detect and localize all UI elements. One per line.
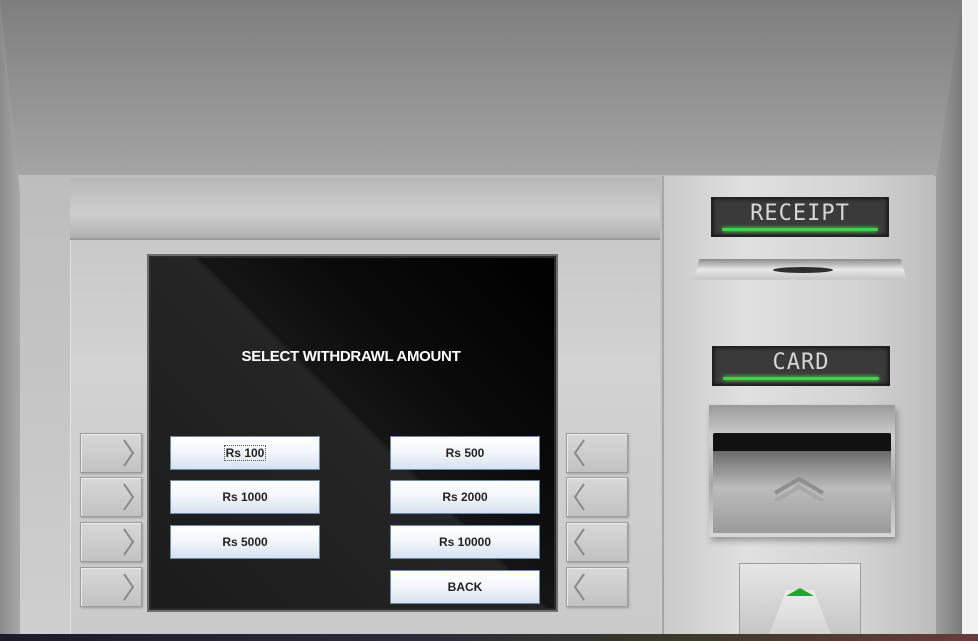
- amount-label: Rs 500: [445, 446, 485, 460]
- amount-button-10000[interactable]: Rs 10000: [390, 525, 540, 559]
- back-button[interactable]: BACK: [390, 570, 540, 604]
- card-slot: [713, 433, 891, 453]
- card-indicator-light: [723, 377, 879, 380]
- screen-title: SELECT WITHDRAWL AMOUNT: [241, 348, 461, 365]
- chevron-right-icon: [123, 573, 135, 601]
- deposit-slot[interactable]: [739, 563, 861, 641]
- left-side-key-4[interactable]: [80, 567, 142, 607]
- right-side-key-1[interactable]: [566, 433, 628, 473]
- chevron-left-icon: [573, 483, 585, 511]
- amount-button-1000[interactable]: Rs 1000: [170, 480, 320, 514]
- amount-label: Rs 100: [223, 445, 267, 461]
- right-side-key-3[interactable]: [566, 522, 628, 562]
- amount-label: Rs 10000: [438, 535, 492, 549]
- chevron-right-icon: [123, 439, 135, 467]
- atm-machine: SELECT WITHDRAWL AMOUNT Rs 100 Rs 1000 R…: [0, 0, 962, 641]
- amount-label: Rs 1000: [222, 490, 268, 504]
- amount-button-500[interactable]: Rs 500: [390, 436, 540, 470]
- window-right-edge: [962, 0, 978, 641]
- card-label-panel: CARD: [712, 346, 890, 386]
- left-side-key-2[interactable]: [80, 477, 142, 517]
- receipt-slot-opening: [773, 267, 833, 273]
- back-label: BACK: [447, 580, 483, 594]
- chevron-left-icon: [573, 528, 585, 556]
- left-side-key-3[interactable]: [80, 522, 142, 562]
- taskbar-edge: [0, 634, 978, 641]
- chevron-left-icon: [573, 573, 585, 601]
- amount-button-5000[interactable]: Rs 5000: [170, 525, 320, 559]
- receipt-label-panel: RECEIPT: [711, 197, 889, 237]
- amount-button-100[interactable]: Rs 100: [170, 436, 320, 470]
- receipt-indicator-light: [722, 228, 878, 231]
- amount-button-2000[interactable]: Rs 2000: [390, 480, 540, 514]
- chevron-left-icon: [573, 439, 585, 467]
- chevron-up-icon: [773, 476, 825, 501]
- amount-label: Rs 5000: [222, 535, 268, 549]
- atm-upper-ledge: [70, 178, 660, 240]
- deposit-indicator-icon: [786, 588, 814, 596]
- chevron-right-icon: [123, 483, 135, 511]
- card-label: CARD: [772, 350, 830, 375]
- receipt-label: RECEIPT: [750, 201, 850, 226]
- card-reader[interactable]: [709, 405, 895, 537]
- left-side-key-1[interactable]: [80, 433, 142, 473]
- right-side-key-4[interactable]: [566, 567, 628, 607]
- amount-label: Rs 2000: [442, 490, 488, 504]
- chevron-right-icon: [123, 528, 135, 556]
- right-side-key-2[interactable]: [566, 477, 628, 517]
- atm-canopy: [0, 0, 962, 178]
